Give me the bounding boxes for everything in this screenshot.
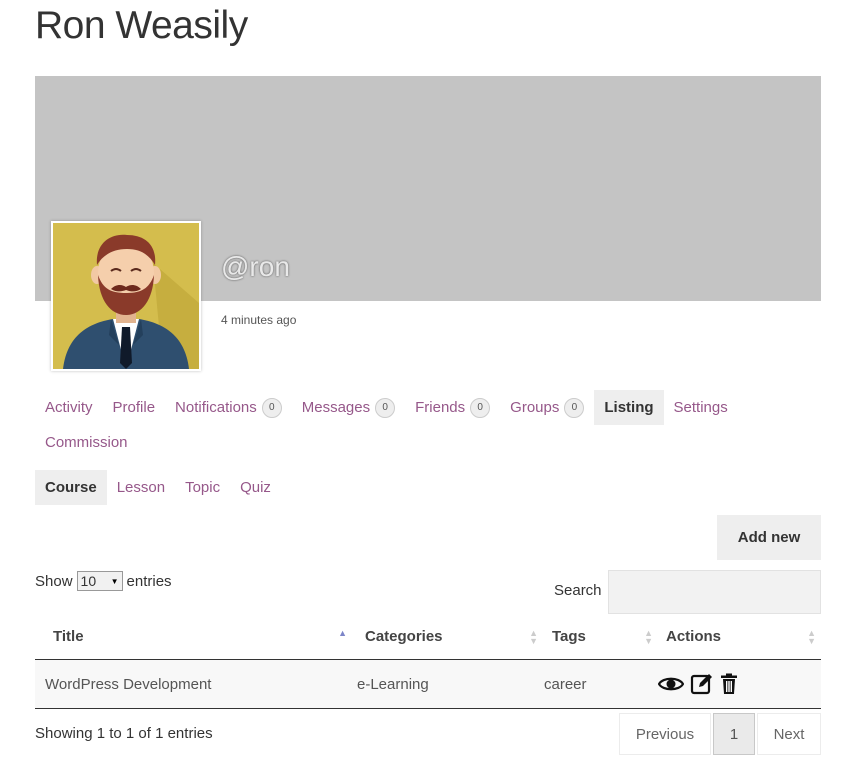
show-label: Show bbox=[35, 572, 73, 590]
nav-item-label: Listing bbox=[604, 399, 654, 416]
nav-item-activity[interactable]: Activity bbox=[35, 390, 103, 425]
previous-button[interactable]: Previous bbox=[619, 713, 711, 755]
last-active-time: 4 minutes ago bbox=[221, 313, 297, 327]
subnav-item-label: Quiz bbox=[240, 479, 271, 496]
cell-category: e-Learning bbox=[355, 659, 540, 709]
page-title: Ron Weasily bbox=[35, 4, 248, 47]
pagination: Previous 1 Next bbox=[619, 713, 821, 755]
column-header-categories[interactable]: Categories ▲ ▼ bbox=[355, 617, 540, 660]
nav-item-settings[interactable]: Settings bbox=[664, 390, 738, 425]
count-badge: 0 bbox=[375, 397, 396, 418]
nav-item-label: Groups bbox=[510, 399, 560, 416]
view-icon[interactable] bbox=[658, 675, 684, 693]
count-badge: 0 bbox=[470, 397, 491, 418]
search-input[interactable] bbox=[608, 570, 821, 614]
edit-icon[interactable] bbox=[690, 672, 714, 696]
nav-item-label: Settings bbox=[673, 399, 728, 416]
profile-handle: @ron bbox=[221, 251, 290, 282]
nav-item-profile[interactable]: Profile bbox=[103, 390, 166, 425]
subnav-item-course[interactable]: Course bbox=[35, 470, 107, 505]
nav-item-label: Profile bbox=[112, 399, 156, 416]
count-badge: 0 bbox=[261, 397, 282, 418]
nav-item-label: Activity bbox=[45, 399, 93, 416]
cell-title: WordPress Development bbox=[35, 659, 355, 709]
count-badge: 0 bbox=[564, 397, 585, 418]
nav-item-label: Messages bbox=[301, 399, 371, 416]
nav-item-friends[interactable]: Friends 0 bbox=[405, 390, 500, 425]
column-header-label: Categories bbox=[365, 628, 443, 645]
profile-nav: Activity Profile Notifications 0 Message… bbox=[35, 390, 825, 460]
listing-subnav: Course Lesson Topic Quiz bbox=[35, 470, 281, 505]
entries-label: entries bbox=[126, 572, 172, 590]
entries-select-value: 10 bbox=[80, 573, 97, 589]
subnav-item-label: Course bbox=[45, 479, 97, 496]
column-header-label: Title bbox=[53, 628, 84, 645]
add-new-button[interactable]: Add new bbox=[717, 515, 821, 560]
nav-item-groups[interactable]: Groups 0 bbox=[500, 390, 594, 425]
column-header-actions[interactable]: Actions ▲ ▼ bbox=[655, 617, 821, 660]
subnav-item-quiz[interactable]: Quiz bbox=[230, 470, 281, 505]
nav-item-notifications[interactable]: Notifications 0 bbox=[165, 390, 292, 425]
chevron-down-icon: ▼ bbox=[110, 576, 119, 586]
avatar-illustration bbox=[53, 223, 199, 369]
sort-asc-icon: ▲ bbox=[338, 628, 347, 638]
nav-item-label: Notifications bbox=[175, 399, 257, 416]
cell-tags: career bbox=[540, 659, 655, 709]
nav-item-messages[interactable]: Messages 0 bbox=[292, 390, 405, 425]
sort-icon: ▲ ▼ bbox=[807, 628, 816, 646]
avatar[interactable] bbox=[51, 221, 201, 371]
page-1-button[interactable]: 1 bbox=[713, 713, 755, 755]
column-header-label: Tags bbox=[552, 628, 586, 645]
trash-icon[interactable] bbox=[720, 673, 738, 695]
nav-item-listing[interactable]: Listing bbox=[594, 390, 664, 425]
sort-icon: ▲ ▼ bbox=[529, 628, 538, 646]
subnav-item-label: Topic bbox=[185, 479, 221, 496]
column-header-label: Actions bbox=[666, 628, 722, 645]
table-info: Showing 1 to 1 of 1 entries bbox=[35, 725, 213, 742]
entries-length-control: Show 10 ▼ entries bbox=[35, 571, 172, 591]
nav-item-label: Friends bbox=[415, 399, 466, 416]
sort-icon: ▲ ▼ bbox=[644, 628, 653, 646]
next-button[interactable]: Next bbox=[757, 713, 821, 755]
search-label: Search bbox=[554, 582, 602, 599]
course-table: Title ▲ Categories ▲ ▼ Tags ▲ ▼ Actions ▲ ▼… bbox=[35, 617, 821, 709]
column-header-tags[interactable]: Tags ▲ ▼ bbox=[540, 617, 655, 660]
subnav-item-label: Lesson bbox=[116, 479, 166, 496]
nav-item-label: Commission bbox=[45, 434, 128, 451]
entries-select[interactable]: 10 ▼ bbox=[76, 571, 123, 591]
subnav-item-topic[interactable]: Topic bbox=[175, 470, 230, 505]
nav-item-commission[interactable]: Commission bbox=[35, 425, 138, 460]
table-row: WordPress Development e-Learning career bbox=[35, 659, 821, 709]
table-header-row: Title ▲ Categories ▲ ▼ Tags ▲ ▼ Actions ▲ ▼ bbox=[35, 617, 821, 660]
cell-actions bbox=[655, 659, 821, 709]
subnav-item-lesson[interactable]: Lesson bbox=[107, 470, 175, 505]
column-header-title[interactable]: Title ▲ bbox=[35, 617, 355, 660]
